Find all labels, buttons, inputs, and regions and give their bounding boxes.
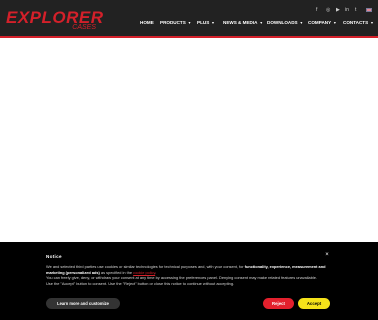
nav-contacts[interactable]: CONTACTS ▼ bbox=[343, 18, 374, 28]
nav-company-label: COMPANY bbox=[308, 20, 332, 25]
page-content bbox=[0, 40, 378, 242]
nav-company[interactable]: COMPANY ▼ bbox=[308, 18, 337, 28]
nav-products[interactable]: PRODUCTS ▼ bbox=[160, 18, 191, 28]
instagram-icon[interactable]: ◎ bbox=[326, 7, 330, 13]
cookie-text-consent: You can freely give, deny, or withdraw y… bbox=[46, 275, 317, 281]
learn-more-button[interactable]: Learn more and customize bbox=[46, 298, 120, 309]
chevron-down-icon: ▼ bbox=[259, 21, 263, 25]
cookie-text-part: We and selected third parties use cookie… bbox=[46, 264, 245, 269]
twitter-icon[interactable]: t bbox=[355, 7, 356, 13]
language-flag-icon[interactable] bbox=[366, 8, 372, 12]
chevron-down-icon: ▼ bbox=[333, 21, 337, 25]
reject-button[interactable]: Reject bbox=[263, 298, 294, 309]
nav-downloads-label: DOWNLOADS bbox=[267, 20, 298, 25]
chevron-down-icon: ▼ bbox=[299, 21, 304, 25]
main-nav: HOME PRODUCTS ▼ PLUS ▼ NEWS & MEDIA ▼ DOWNL… bbox=[0, 18, 378, 28]
cookie-notice-text: We and selected third parties use cookie… bbox=[46, 264, 328, 286]
cookie-policy-link[interactable]: cookie policy bbox=[133, 270, 155, 275]
close-icon[interactable]: × bbox=[324, 252, 330, 258]
site-header: EXPLORER CASES f ◎ ▶ in t HOME PRODUCTS ▼… bbox=[0, 0, 378, 38]
nav-home[interactable]: HOME bbox=[140, 18, 154, 28]
nav-home-label: HOME bbox=[140, 20, 154, 25]
nav-plus-label: PLUS bbox=[197, 20, 210, 25]
cookie-text-buttons: Use the "Accept" button to consent. Use … bbox=[46, 280, 235, 286]
nav-news-media-label: NEWS & MEDIA bbox=[223, 20, 258, 25]
cookie-notice-title: Notice bbox=[46, 254, 62, 259]
nav-news-media[interactable]: NEWS & MEDIA ▼ bbox=[223, 18, 263, 28]
chevron-down-icon: ▼ bbox=[211, 21, 215, 25]
youtube-icon[interactable]: ▶ bbox=[336, 7, 340, 13]
linkedin-icon[interactable]: in bbox=[345, 7, 349, 13]
facebook-icon[interactable]: f bbox=[316, 7, 317, 13]
nav-contacts-label: CONTACTS bbox=[343, 20, 369, 25]
nav-plus[interactable]: PLUS ▼ bbox=[197, 18, 215, 28]
chevron-down-icon: ▼ bbox=[187, 21, 192, 25]
nav-products-label: PRODUCTS bbox=[160, 20, 186, 25]
accept-button[interactable]: Accept bbox=[298, 298, 330, 309]
cookie-text-part: as specified in the bbox=[99, 269, 134, 275]
chevron-down-icon: ▼ bbox=[370, 21, 374, 25]
nav-downloads[interactable]: DOWNLOADS ▼ bbox=[267, 18, 303, 28]
cookie-text-part: . bbox=[155, 269, 157, 275]
